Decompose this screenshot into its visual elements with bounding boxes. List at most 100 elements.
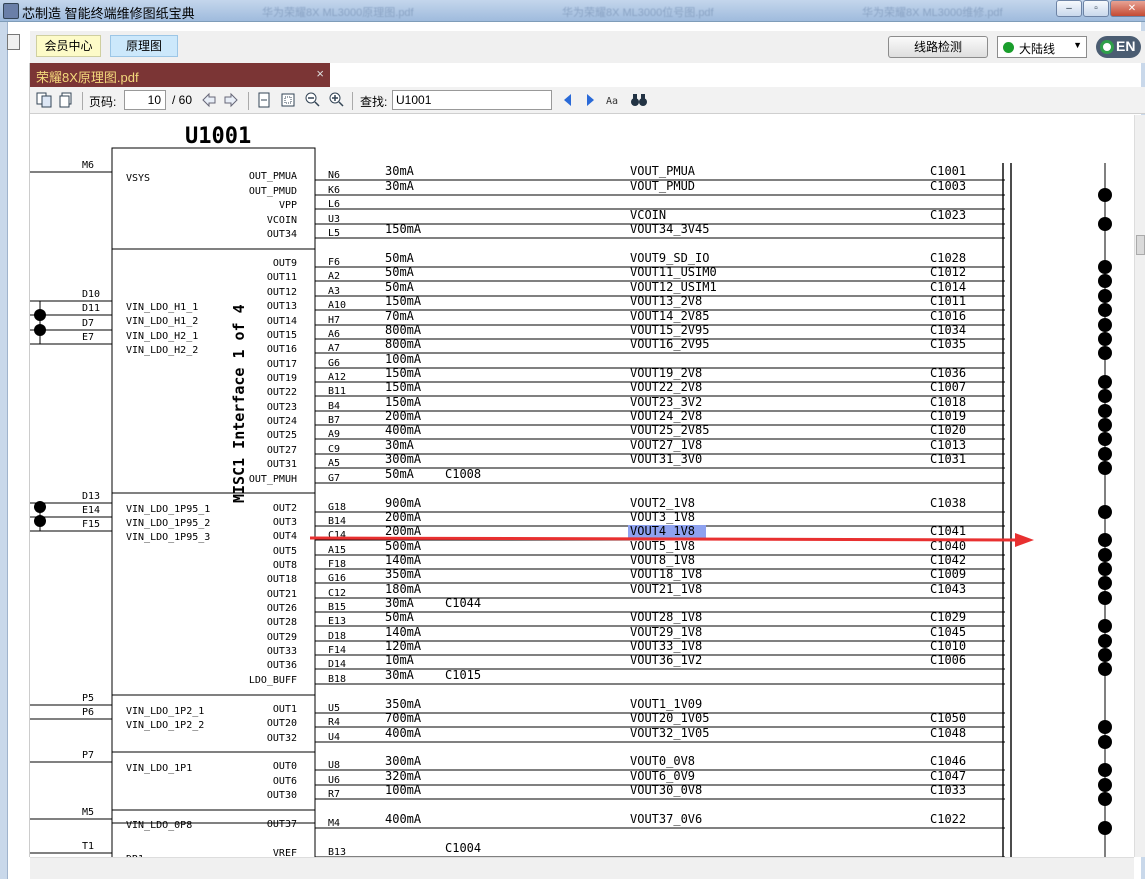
pin-number: A6 <box>328 329 340 340</box>
match-case-icon[interactable]: Aa <box>605 91 623 109</box>
capacitor-ref: C1048 <box>930 726 966 740</box>
current-rating: 150mA <box>385 395 422 409</box>
capacitor-ref: C1001 <box>930 164 966 178</box>
chevron-down-icon: ▼ <box>1073 40 1082 50</box>
ghost-tab[interactable]: 华为荣耀8X ML3000原理图.pdf <box>262 4 414 20</box>
junction-dot <box>1098 562 1112 576</box>
fit-page-icon[interactable] <box>279 91 297 109</box>
vertical-scrollbar[interactable] <box>1134 115 1145 857</box>
pin-number: U4 <box>328 732 340 743</box>
capacitor-ref: C1014 <box>930 280 966 294</box>
pin-number: D18 <box>328 631 346 642</box>
copy-page-icon[interactable] <box>58 91 76 109</box>
capacitor-ref: C1023 <box>930 208 966 222</box>
current-rating: 30mA <box>385 596 415 610</box>
page-total: / 60 <box>172 93 193 107</box>
net-name: VOUT9_SD_IO <box>630 251 709 265</box>
capacitor-ref: C1036 <box>930 366 966 380</box>
net-name: VOUT29_1V8 <box>630 625 702 639</box>
current-rating: 50mA <box>385 265 415 279</box>
junction-dot <box>1098 447 1112 461</box>
pdf-page-view[interactable]: U1001 M6 VSYS D10 VIN_LDO_H1_1 D11 VIN_LDO_H1… <box>30 115 1134 857</box>
page-thumbnails-icon[interactable] <box>35 91 53 109</box>
capacitor-ref: C1008 <box>445 467 481 481</box>
current-rating: 300mA <box>385 452 422 466</box>
left-pin-number: T1 <box>82 841 94 852</box>
app-icon <box>3 3 19 19</box>
line-check-button[interactable]: 线路检测 <box>888 36 988 58</box>
capacitor-ref: C1003 <box>930 179 966 193</box>
current-rating: 50mA <box>385 251 415 265</box>
junction-dot <box>1098 533 1112 547</box>
net-name: VOUT6_0V9 <box>630 769 695 783</box>
net-name: VOUT16_2V95 <box>630 337 709 351</box>
pin-out-name: OUT9 <box>273 258 297 269</box>
current-rating: 700mA <box>385 711 422 725</box>
capacitor-ref: C1028 <box>930 251 966 265</box>
find-input[interactable]: U1001 <box>392 90 552 110</box>
find-next-icon[interactable] <box>581 91 599 109</box>
member-center-button[interactable]: 会员中心 <box>36 35 101 57</box>
left-pin-number: M5 <box>82 807 94 818</box>
capacitor-ref: C1031 <box>930 452 966 466</box>
junction-dot <box>1098 432 1112 446</box>
current-rating: 30mA <box>385 438 415 452</box>
junction-dot <box>1098 763 1112 777</box>
next-page-icon[interactable] <box>222 91 240 109</box>
ghost-tab[interactable]: 华为荣耀8X ML3000位号图.pdf <box>562 4 714 20</box>
system-menu-icon[interactable] <box>7 34 20 50</box>
minimize-button[interactable]: – <box>1056 0 1082 17</box>
left-pin-net: VSYS <box>126 173 150 184</box>
region-label: 大陆线 <box>1019 42 1056 56</box>
file-tab[interactable]: 荣耀8X原理图.pdf × <box>30 63 330 87</box>
close-button[interactable]: ✕ <box>1110 0 1145 17</box>
pin-number: U3 <box>328 214 340 225</box>
left-pin-net: VIN_LDO_0P8 <box>126 820 192 831</box>
pin-number: R4 <box>328 717 340 728</box>
pin-out-name: OUT16 <box>267 344 297 355</box>
net-name: VOUT25_2V85 <box>630 423 709 437</box>
junction-dot <box>1098 548 1112 562</box>
pin-number: F18 <box>328 559 346 570</box>
pin-out-name: VREF <box>273 848 297 857</box>
schematic-button[interactable]: 原理图 <box>110 35 178 57</box>
capacitor-ref: C1012 <box>930 265 966 279</box>
maximize-button[interactable]: ▫ <box>1083 0 1109 17</box>
toolbar-divider <box>352 92 353 110</box>
scroll-thumb[interactable] <box>1136 235 1145 255</box>
language-toggle[interactable]: EN <box>1096 36 1141 58</box>
current-rating: 200mA <box>385 524 422 538</box>
junction-dot <box>1098 461 1112 475</box>
net-name: VOUT22_2V8 <box>630 380 702 394</box>
pin-out-name: OUT15 <box>267 330 297 341</box>
close-tab-icon[interactable]: × <box>316 66 324 81</box>
pin-number: A7 <box>328 343 340 354</box>
current-rating: 150mA <box>385 380 422 394</box>
region-select[interactable]: 大陆线 ▼ <box>997 36 1087 58</box>
capacitor-ref: C1033 <box>930 783 966 797</box>
capacitor-ref: C1041 <box>930 524 966 538</box>
zoom-in-icon[interactable] <box>327 91 345 109</box>
find-previous-icon[interactable] <box>559 91 577 109</box>
binoculars-icon[interactable] <box>630 91 648 109</box>
capacitor-ref: C1016 <box>930 309 966 323</box>
pin-number: U6 <box>328 775 340 786</box>
ghost-tab[interactable]: 华为荣耀8X ML3000维修.pdf <box>862 4 1003 20</box>
pin-out-name: OUT37 <box>267 819 297 830</box>
current-rating: 140mA <box>385 553 422 567</box>
junction-dot <box>34 501 46 513</box>
pin-number: L5 <box>328 228 340 239</box>
zoom-out-icon[interactable] <box>303 91 321 109</box>
junction-dot <box>1098 217 1112 231</box>
current-rating: 100mA <box>385 783 422 797</box>
net-name: VOUT31_3V0 <box>630 452 702 466</box>
pin-out-name: OUT32 <box>267 733 297 744</box>
previous-page-icon[interactable] <box>200 91 218 109</box>
left-pin-number: D13 <box>82 491 100 502</box>
page-input[interactable]: 10 <box>124 90 166 110</box>
pin-out-name: OUT11 <box>267 272 297 283</box>
horizontal-scrollbar[interactable] <box>30 857 1134 879</box>
left-pin-number: F15 <box>82 519 100 530</box>
pin-number: L6 <box>328 199 340 210</box>
fit-width-icon[interactable] <box>255 91 273 109</box>
